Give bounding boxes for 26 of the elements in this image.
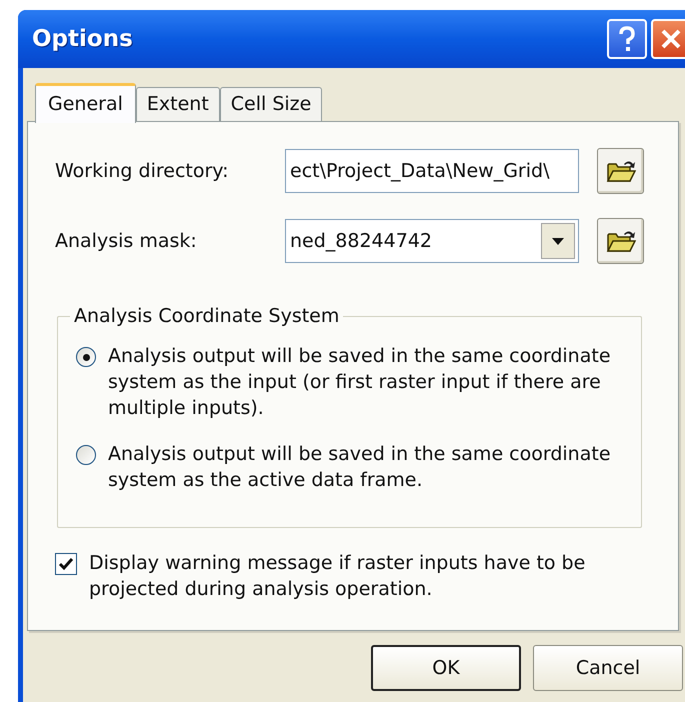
tab[interactable]: Cell Size bbox=[220, 87, 322, 121]
close-button[interactable] bbox=[651, 19, 685, 59]
checkbox-label: Display warning message if raster inputs have to be projected during analysis operation. bbox=[89, 551, 586, 602]
help-icon bbox=[618, 26, 636, 52]
caret-icon bbox=[552, 238, 564, 244]
radio-label: Analysis output will be saved in the same coordinate system as the input (or first raster input if there are multiple inputs). bbox=[108, 344, 612, 421]
field-label: Analysis mask: bbox=[55, 228, 198, 254]
field-label: Working directory: bbox=[55, 158, 230, 184]
analysis-mask-dropdown[interactable]: ned_88244742 bbox=[285, 219, 579, 263]
radio-button[interactable] bbox=[76, 445, 96, 465]
help-button[interactable] bbox=[607, 19, 647, 59]
window-title: Options bbox=[32, 24, 133, 54]
browse-button[interactable] bbox=[597, 148, 644, 194]
folder-icon bbox=[606, 159, 636, 183]
dropdown-arrow-button[interactable] bbox=[541, 223, 575, 259]
tab[interactable]: Extent bbox=[136, 87, 220, 121]
radio-button[interactable] bbox=[76, 347, 96, 367]
folder-icon bbox=[606, 229, 636, 253]
checkbox[interactable] bbox=[55, 553, 77, 575]
working-directory-field[interactable]: ect\Project_Data\New_Grid\ bbox=[285, 149, 579, 193]
browse-button[interactable] bbox=[597, 218, 644, 264]
radio-label: Analysis output will be saved in the same coordinate system as the active data frame. bbox=[108, 442, 612, 493]
tab[interactable]: General bbox=[35, 83, 136, 123]
close-icon bbox=[659, 27, 683, 51]
dialog-button[interactable]: OK bbox=[371, 645, 521, 691]
dialog-button[interactable]: Cancel bbox=[533, 645, 683, 691]
